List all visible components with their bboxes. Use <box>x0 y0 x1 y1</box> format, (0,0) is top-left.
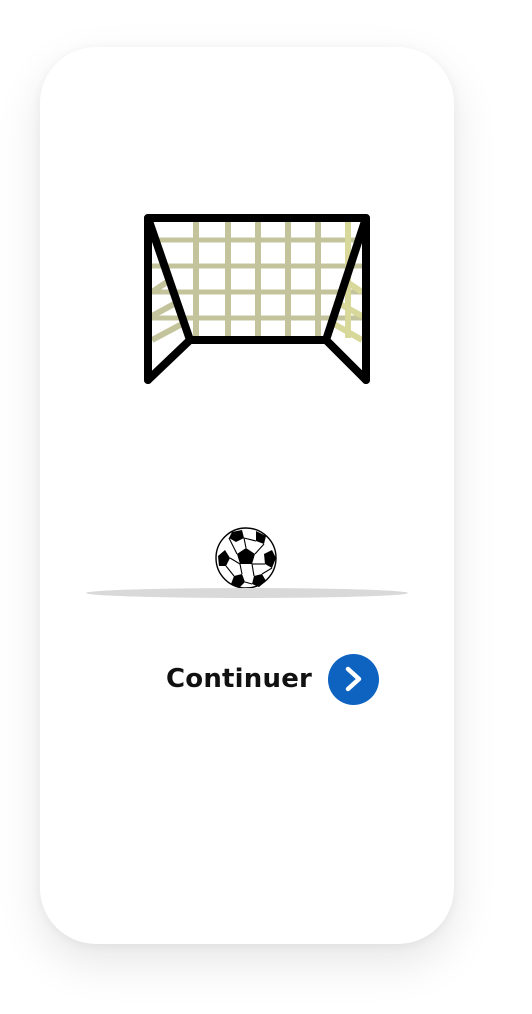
soccer-ball-icon <box>215 527 277 589</box>
continue-label[interactable]: Continuer <box>166 664 312 694</box>
chevron-right-icon <box>345 666 361 692</box>
continue-action[interactable]: Continuer <box>166 653 380 705</box>
ground-shadow <box>86 588 408 598</box>
soccer-goal-icon <box>144 214 370 384</box>
screen-card <box>40 47 454 944</box>
continue-button[interactable] <box>328 653 380 705</box>
